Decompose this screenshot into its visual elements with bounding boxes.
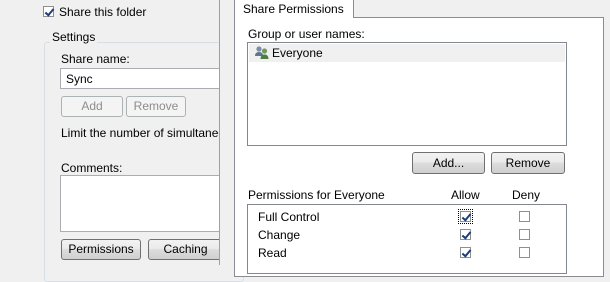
limit-users-label: Limit the number of simultaneous (61, 126, 238, 140)
permission-name: Read (258, 246, 287, 260)
remove-share-button[interactable]: Remove (126, 96, 186, 117)
list-item[interactable]: Everyone (249, 44, 565, 62)
deny-column-header: Deny (512, 188, 541, 202)
add-share-button[interactable]: Add (61, 96, 123, 117)
deny-read-checkbox[interactable] (519, 247, 530, 258)
share-name-value: Sync (66, 72, 93, 86)
user-name: Everyone (272, 46, 323, 60)
allow-change-checkbox[interactable] (460, 229, 471, 240)
permissions-list: Full Control Change Read (247, 204, 567, 274)
comments-field[interactable] (60, 175, 230, 232)
users-group-icon (254, 45, 270, 61)
deny-change-checkbox[interactable] (519, 229, 530, 240)
allow-full-control-checkbox[interactable] (458, 209, 473, 224)
permissions-button[interactable]: Permissions (61, 239, 141, 260)
remove-user-button[interactable]: Remove (491, 152, 565, 174)
permissions-dialog: Share Permissions Group or user names: E… (219, 0, 610, 277)
share-name-label: Share name: (61, 52, 130, 66)
share-name-field[interactable]: Sync (60, 68, 230, 89)
permission-row-full-control: Full Control (248, 208, 566, 226)
share-folder-label: Share this folder (59, 5, 147, 19)
tab-share-permissions[interactable]: Share Permissions (234, 0, 354, 18)
comments-label: Comments: (61, 161, 123, 175)
group-names-label: Group or user names: (248, 27, 365, 41)
permission-row-change: Change (248, 226, 566, 244)
allow-read-checkbox[interactable] (460, 247, 471, 258)
allow-column-header: Allow (451, 188, 480, 202)
deny-full-control-checkbox[interactable] (519, 211, 530, 222)
settings-title: Settings (50, 30, 98, 44)
caching-button[interactable]: Caching (148, 239, 223, 260)
share-folder-checkbox[interactable] (43, 6, 54, 17)
add-user-button[interactable]: Add... (412, 152, 485, 174)
permissions-for-label: Permissions for Everyone (248, 188, 385, 202)
permission-name: Full Control (258, 210, 320, 224)
tab-share-permissions-label: Share Permissions (243, 2, 344, 16)
group-names-list[interactable]: Everyone (247, 42, 567, 146)
permission-name: Change (258, 228, 301, 242)
permission-row-read: Read (248, 244, 566, 262)
